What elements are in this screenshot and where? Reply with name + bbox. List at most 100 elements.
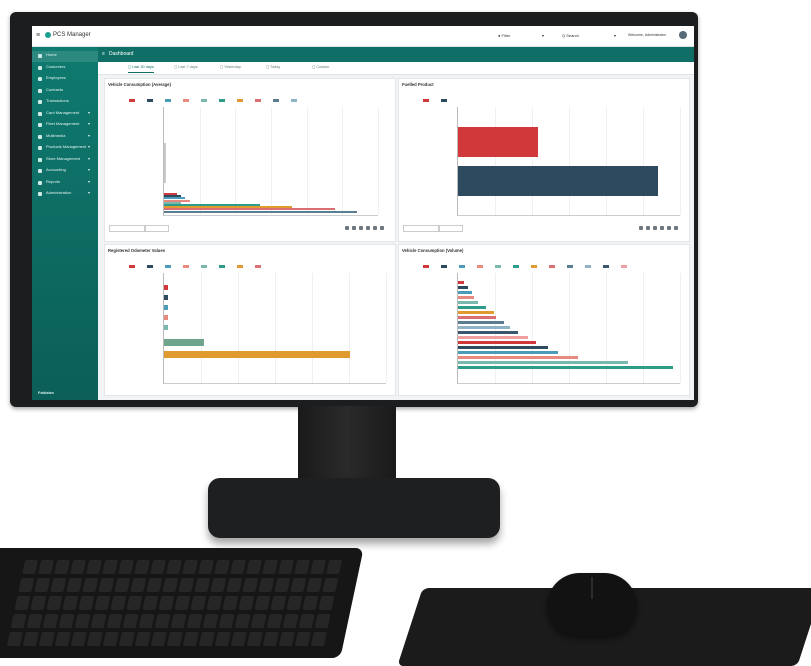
chart-bar <box>458 341 536 344</box>
legend-swatch <box>441 99 447 103</box>
keyboard-key <box>6 632 23 646</box>
header-menu-icon[interactable]: ≡ <box>102 51 105 57</box>
gridline <box>680 107 681 215</box>
sidebar-item[interactable]: Products Management ▾ <box>32 143 98 154</box>
chart-top-select[interactable] <box>145 225 169 232</box>
chart-toolbar-icon[interactable] <box>646 226 650 230</box>
filter-chevron-icon[interactable]: ▾ <box>542 33 544 38</box>
chart-toolbar-icon[interactable] <box>359 226 363 230</box>
legend-swatch <box>603 265 609 269</box>
legend-swatch <box>495 265 501 269</box>
sidebar-item-label: Products Management <box>46 144 87 149</box>
chart-toolbar-icon[interactable] <box>366 226 370 230</box>
keyboard-key <box>310 632 327 646</box>
chart-toolbar-icon[interactable] <box>345 226 349 230</box>
legend-item <box>165 258 172 269</box>
chart-bar <box>458 311 494 314</box>
chart-bar <box>458 346 548 349</box>
chart-legend <box>399 92 689 103</box>
legend-swatch <box>219 99 225 103</box>
sidebar-item[interactable]: Contracts <box>32 86 98 97</box>
keyboard-key <box>226 578 243 592</box>
sidebar-item[interactable]: Store Management ▾ <box>32 155 98 166</box>
chart-toolbar-icon[interactable] <box>653 226 657 230</box>
legend-item <box>621 258 628 269</box>
legend-item <box>291 92 298 103</box>
keyboard-key <box>294 560 311 574</box>
keyboard-key <box>74 614 91 628</box>
tab[interactable]: ◻ Last 30 days <box>128 64 154 73</box>
panel-title: Fuelled Product <box>402 82 434 87</box>
sidebar-item[interactable]: Employees <box>32 74 98 85</box>
gridline <box>312 273 313 383</box>
sidebar-item-icon <box>38 77 42 81</box>
sidebar: Home Customers Employees Contracts Transacti… <box>32 47 98 400</box>
keyboard-key <box>70 632 87 646</box>
legend-swatch <box>201 265 207 269</box>
menu-icon[interactable]: ≡ <box>36 32 40 39</box>
filter-dropdown[interactable]: ● Filter <box>498 33 510 38</box>
chart-toolbar-icon[interactable] <box>674 226 678 230</box>
sidebar-item[interactable]: Administration ▾ <box>32 189 98 200</box>
legend-item <box>603 258 610 269</box>
keyboard-key <box>254 596 271 610</box>
user-greeting[interactable]: Welcome, Administrator <box>628 33 666 37</box>
keyboard-key <box>34 578 51 592</box>
keyboard-key <box>22 632 39 646</box>
chart-type-select[interactable] <box>109 225 145 232</box>
mouse <box>547 573 637 635</box>
chart-bar <box>458 326 510 329</box>
gridline <box>569 107 570 215</box>
chart-legend <box>399 258 689 269</box>
keyboard-key <box>38 632 55 646</box>
keyboard-key <box>70 560 87 574</box>
legend-item <box>441 258 448 269</box>
legend-swatch <box>291 99 297 103</box>
chart-top-select[interactable] <box>439 225 463 232</box>
keyboard-key <box>214 560 231 574</box>
sidebar-item-icon <box>38 123 42 127</box>
keyboard-key <box>326 560 343 574</box>
keyboard-key <box>202 614 219 628</box>
sidebar-item[interactable]: Customers <box>32 63 98 74</box>
chart-toolbar-icon[interactable] <box>639 226 643 230</box>
gridline <box>238 273 239 383</box>
legend-item <box>219 258 226 269</box>
sidebar-item[interactable]: Reports ▾ <box>32 178 98 189</box>
chevron-down-icon: ▾ <box>88 190 91 195</box>
gridline <box>643 107 644 215</box>
sidebar-item[interactable]: Card Management ▾ <box>32 109 98 120</box>
chart-toolbar-icon[interactable] <box>380 226 384 230</box>
keyboard-key <box>270 596 287 610</box>
legend-item <box>129 92 136 103</box>
keyboard-key <box>138 614 155 628</box>
keyboard-key <box>66 578 83 592</box>
legend-item <box>441 92 448 103</box>
tab[interactable]: ◻ Yesterday <box>220 64 241 72</box>
chart-toolbar-icon[interactable] <box>667 226 671 230</box>
chevron-down-icon: ▾ <box>88 167 91 172</box>
chart-bar <box>458 281 464 284</box>
keyboard-key <box>122 614 139 628</box>
chart-bar <box>458 166 658 196</box>
chart-toolbar-icon[interactable] <box>373 226 377 230</box>
tab[interactable]: ◻ Today <box>266 64 280 72</box>
chart-toolbar-icon[interactable] <box>352 226 356 230</box>
sidebar-item[interactable]: Fleet Management ▾ <box>32 120 98 131</box>
chart-bar <box>164 210 357 213</box>
search-dropdown[interactable]: Q Search <box>562 33 579 38</box>
gridline <box>532 107 533 215</box>
legend-swatch <box>165 265 171 269</box>
keyboard-key <box>154 614 171 628</box>
legend-item <box>201 258 208 269</box>
sidebar-item[interactable]: Multimedia ▾ <box>32 132 98 143</box>
chart-type-select[interactable] <box>403 225 439 232</box>
sidebar-item[interactable]: Transactions <box>32 97 98 108</box>
sidebar-item[interactable]: Accounting ▾ <box>32 166 98 177</box>
search-chevron-icon[interactable]: ▾ <box>614 33 616 38</box>
tab[interactable]: ◻ Last 7 days <box>174 64 198 72</box>
chart-toolbar-icon[interactable] <box>660 226 664 230</box>
tab[interactable]: ◻ Custom <box>312 64 329 72</box>
avatar[interactable] <box>679 31 687 39</box>
sidebar-item[interactable]: Home <box>32 51 98 62</box>
